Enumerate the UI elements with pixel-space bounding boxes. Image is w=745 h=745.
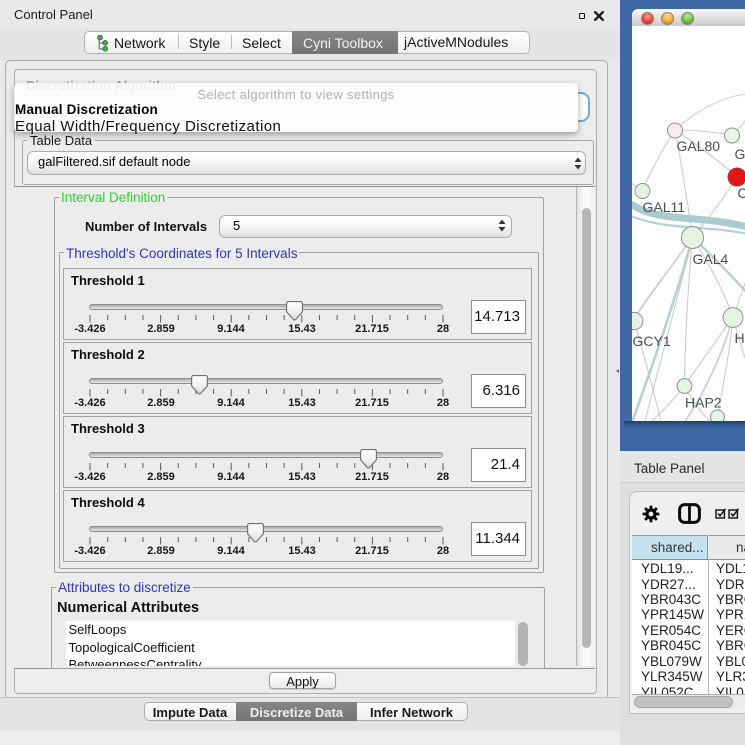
svg-text:GAL4: GAL4 [693,251,729,267]
svg-text:C: C [738,185,745,201]
svg-text:GA: GA [735,146,745,162]
svg-text:HAP2: HAP2 [685,395,722,411]
svg-text:GCY1: GCY1 [633,333,671,349]
svg-text:H: H [735,330,745,346]
svg-text:GAL80: GAL80 [677,138,721,154]
svg-text:GAL11: GAL11 [643,199,686,215]
